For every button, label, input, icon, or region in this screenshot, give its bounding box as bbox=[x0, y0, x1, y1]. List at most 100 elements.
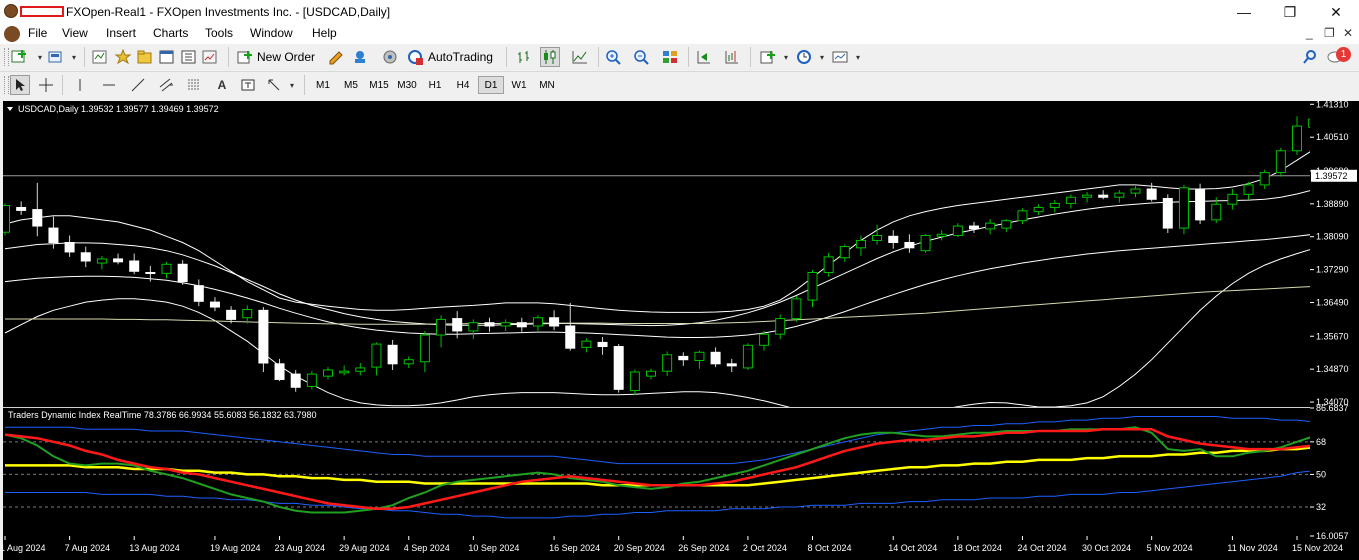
auto-scroll-icon[interactable] bbox=[694, 47, 714, 67]
line-chart-icon[interactable] bbox=[570, 47, 590, 67]
dropdown-arrow-icon[interactable]: ▾ bbox=[282, 75, 302, 95]
templates-icon[interactable] bbox=[830, 47, 850, 67]
candle-body bbox=[452, 318, 463, 332]
menu-charts[interactable]: Charts bbox=[153, 26, 188, 40]
timeframe-w1[interactable]: W1 bbox=[506, 76, 532, 94]
timeframe-m1[interactable]: M1 bbox=[310, 76, 336, 94]
candle-body bbox=[1292, 125, 1302, 152]
mdi-close-button[interactable]: ✕ bbox=[1343, 26, 1353, 40]
toolbar-grip[interactable] bbox=[4, 76, 9, 94]
new-order-button[interactable]: New Order bbox=[236, 47, 315, 67]
profiles-icon[interactable] bbox=[46, 47, 66, 67]
autotrading-button[interactable]: AutoTrading bbox=[407, 47, 493, 67]
separator bbox=[598, 47, 599, 67]
price-plot-area bbox=[3, 101, 1310, 407]
candle-body bbox=[48, 227, 59, 243]
price-tick-label: 1.34870 bbox=[1316, 364, 1349, 374]
bar-chart-icon[interactable] bbox=[514, 47, 534, 67]
mdi-minimize-button[interactable]: _ bbox=[1306, 26, 1313, 40]
candle-body bbox=[323, 369, 333, 377]
dropdown-arrow-icon[interactable]: ▾ bbox=[848, 47, 868, 67]
notification-badge[interactable]: 1 bbox=[1336, 47, 1351, 62]
market-icon[interactable] bbox=[380, 47, 400, 67]
dropdown-arrow-icon[interactable]: ▾ bbox=[812, 47, 832, 67]
new-chart-icon[interactable] bbox=[10, 47, 30, 67]
cursor-icon[interactable] bbox=[10, 75, 30, 95]
chart-shift-icon[interactable] bbox=[722, 47, 742, 67]
menu-file[interactable]: File bbox=[28, 26, 47, 40]
separator bbox=[62, 75, 63, 95]
toolbar-grip[interactable] bbox=[4, 48, 9, 66]
candle-body bbox=[290, 373, 301, 388]
price-tick-label: 1.38890 bbox=[1316, 199, 1349, 209]
menu-insert[interactable]: Insert bbox=[106, 26, 136, 40]
candle-body bbox=[226, 309, 237, 320]
terminal-icon[interactable] bbox=[157, 47, 177, 67]
strategy-tester-icon[interactable] bbox=[200, 47, 220, 67]
arrows-icon[interactable] bbox=[264, 75, 284, 95]
candle-body bbox=[839, 246, 850, 259]
menu-window[interactable]: Window bbox=[250, 26, 293, 40]
close-button[interactable]: ✕ bbox=[1313, 0, 1359, 24]
timeframe-mn[interactable]: MN bbox=[534, 76, 560, 94]
time-tick-label: 20 Sep 2024 bbox=[614, 543, 665, 553]
zoom-in-icon[interactable] bbox=[604, 47, 624, 67]
horizontal-line-icon[interactable] bbox=[99, 75, 119, 95]
crosshair-icon[interactable] bbox=[36, 75, 56, 95]
timeframe-d1[interactable]: D1 bbox=[478, 76, 504, 94]
menu-view[interactable]: View bbox=[62, 26, 88, 40]
data-window-icon[interactable] bbox=[113, 47, 133, 67]
candle-body bbox=[742, 344, 753, 369]
tester-icon[interactable] bbox=[179, 47, 199, 67]
chart-window-icon[interactable] bbox=[4, 26, 20, 42]
trendline-icon[interactable] bbox=[128, 75, 148, 95]
minimize-button[interactable]: — bbox=[1221, 0, 1267, 24]
app-icon bbox=[4, 4, 18, 18]
metaeditor-icon[interactable] bbox=[326, 47, 346, 67]
text-label-icon[interactable] bbox=[238, 75, 258, 95]
candlestick-chart-icon[interactable] bbox=[540, 47, 560, 67]
candle-body bbox=[629, 371, 640, 392]
search-icon[interactable] bbox=[1300, 47, 1320, 67]
menu-tools[interactable]: Tools bbox=[205, 26, 233, 40]
maximize-button[interactable]: ❐ bbox=[1267, 0, 1313, 24]
equidistant-channel-icon[interactable] bbox=[156, 75, 176, 95]
signals-icon[interactable] bbox=[350, 47, 370, 67]
market-watch-icon[interactable] bbox=[90, 47, 110, 67]
candle-body bbox=[1114, 192, 1125, 198]
fibonacci-icon[interactable] bbox=[184, 75, 204, 95]
candle-body bbox=[1259, 172, 1270, 186]
candle-body bbox=[80, 252, 91, 262]
candle-body bbox=[1065, 196, 1076, 204]
candle-body bbox=[145, 272, 156, 275]
time-tick-label: 18 Oct 2024 bbox=[953, 543, 1002, 553]
text-tool-icon[interactable]: A bbox=[212, 75, 232, 95]
indicators-icon[interactable] bbox=[758, 47, 778, 67]
periods-icon[interactable] bbox=[794, 47, 814, 67]
candle-body bbox=[904, 241, 915, 249]
tdi-tick-label: 32 bbox=[1316, 502, 1326, 512]
candle-body bbox=[710, 351, 721, 365]
price-tick-label: 1.41310 bbox=[1316, 99, 1349, 109]
timeframe-m15[interactable]: M15 bbox=[366, 76, 392, 94]
vertical-line-icon[interactable] bbox=[70, 75, 90, 95]
candle-body bbox=[678, 355, 689, 361]
timeframe-m5[interactable]: M5 bbox=[338, 76, 364, 94]
timeframe-m30[interactable]: M30 bbox=[394, 76, 420, 94]
menu-help[interactable]: Help bbox=[312, 26, 337, 40]
candle-body bbox=[759, 333, 770, 346]
navigator-icon[interactable] bbox=[135, 47, 155, 67]
candle-body bbox=[694, 351, 705, 362]
time-tick-label: 23 Aug 2024 bbox=[275, 543, 326, 553]
candle-body bbox=[516, 322, 527, 328]
candle-body bbox=[96, 258, 107, 264]
timeframe-h1[interactable]: H1 bbox=[422, 76, 448, 94]
dropdown-arrow-icon[interactable]: ▾ bbox=[64, 47, 84, 67]
zoom-out-icon[interactable] bbox=[632, 47, 652, 67]
candle-body bbox=[920, 234, 931, 252]
tile-windows-icon[interactable] bbox=[660, 47, 680, 67]
chart-area[interactable]: 1.413101.405101.396901.388901.380901.372… bbox=[0, 98, 1359, 560]
dropdown-arrow-icon[interactable]: ▾ bbox=[776, 47, 796, 67]
timeframe-h4[interactable]: H4 bbox=[450, 76, 476, 94]
mdi-restore-button[interactable]: ❐ bbox=[1324, 26, 1335, 40]
